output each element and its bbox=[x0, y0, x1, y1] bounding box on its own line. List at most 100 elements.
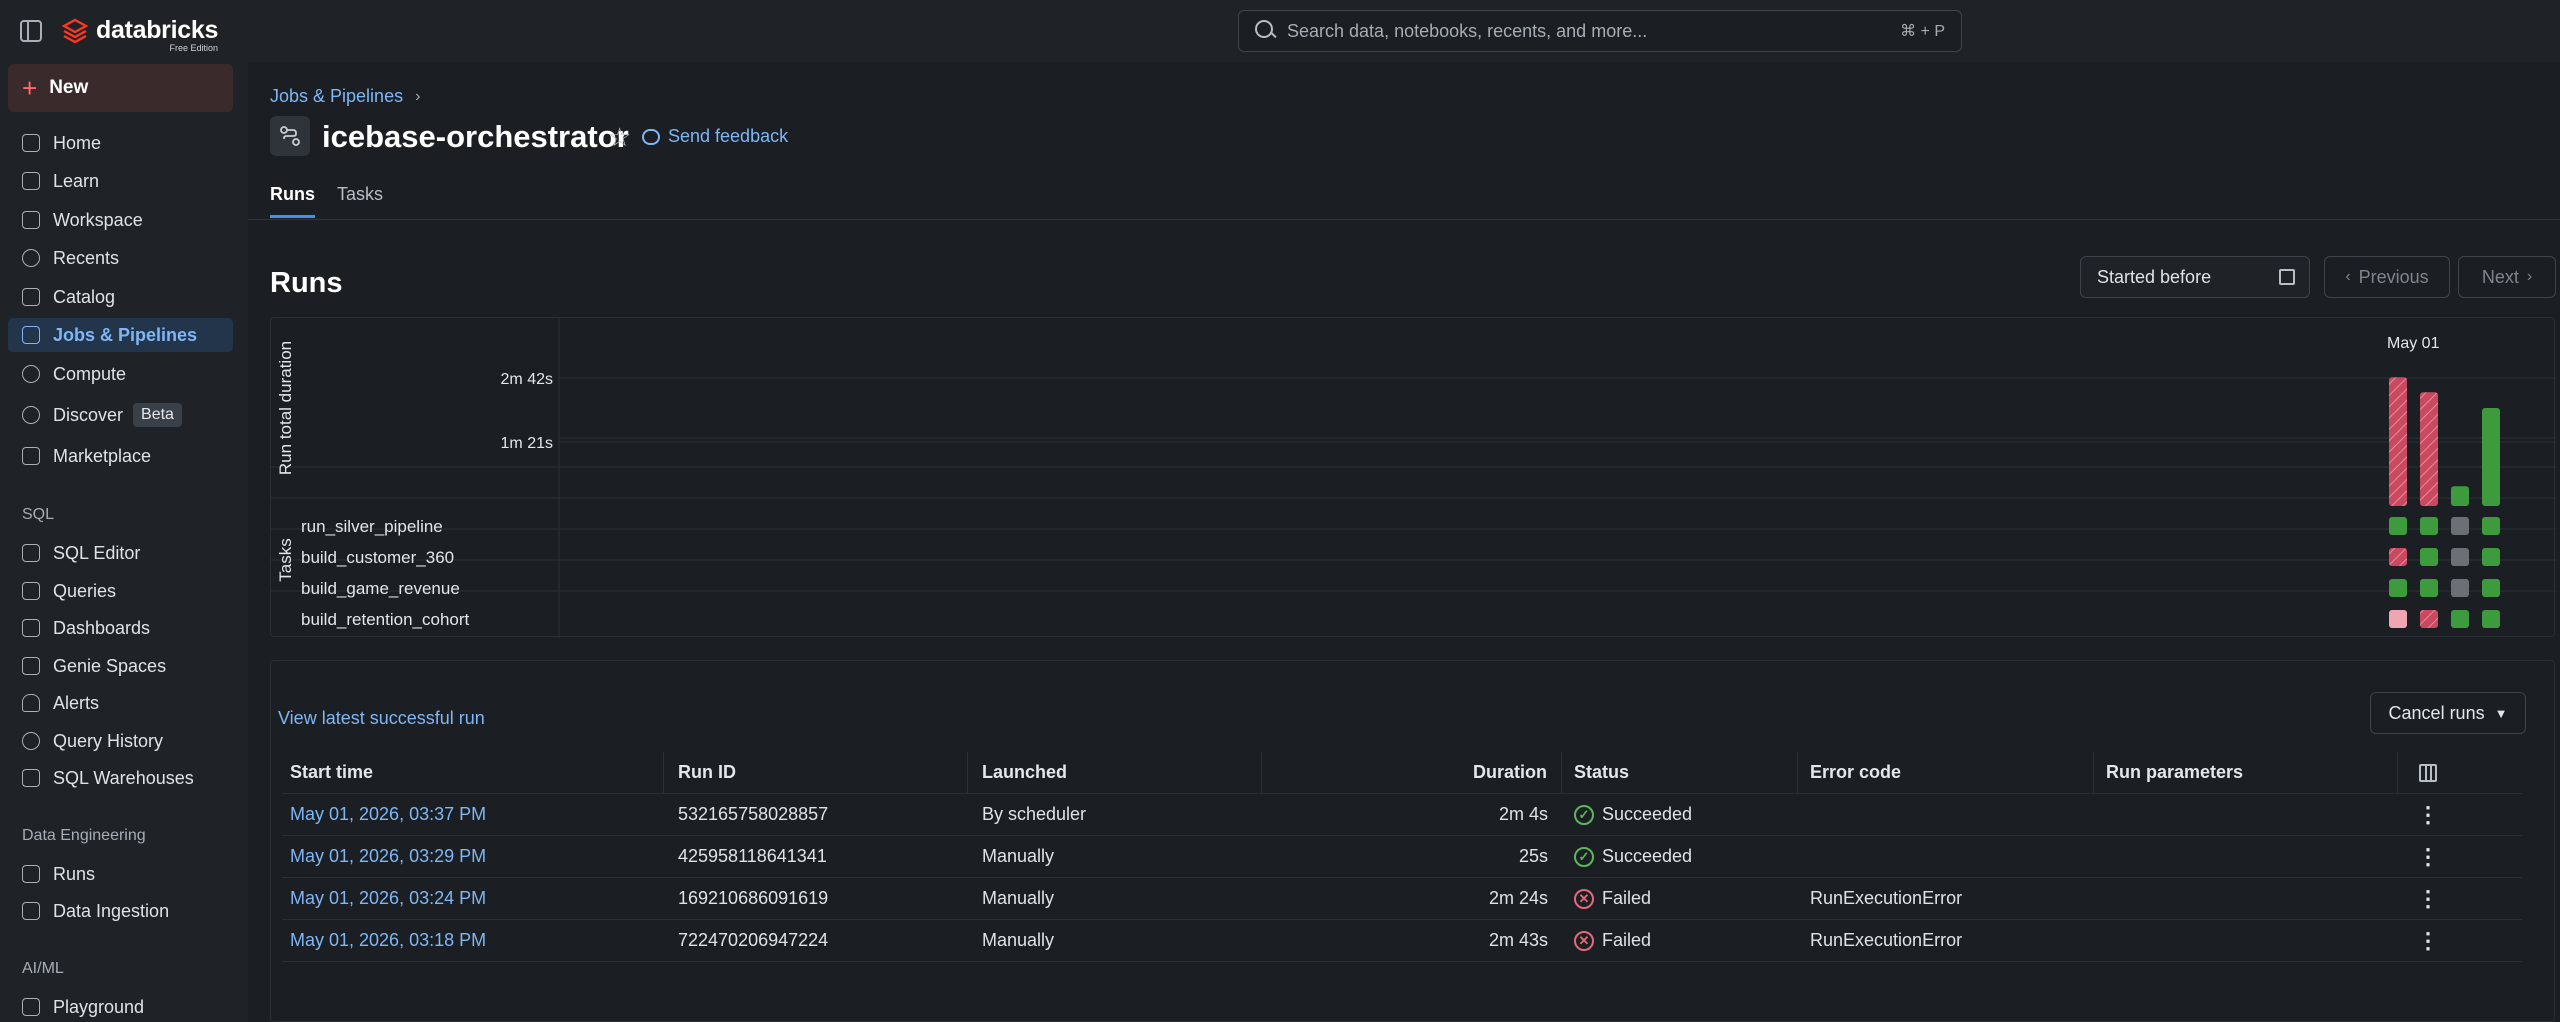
graduation-cap-icon bbox=[22, 172, 40, 190]
task-status-cell bbox=[2389, 548, 2407, 566]
task-status-cell bbox=[2451, 579, 2469, 597]
tab-runs[interactable]: Runs bbox=[270, 184, 315, 218]
sidebar-item-queries[interactable]: Queries bbox=[8, 574, 233, 608]
run-start-time-link[interactable]: May 01, 2026, 03:37 PM bbox=[282, 804, 664, 825]
databricks-logo-mark-icon bbox=[61, 18, 89, 44]
task-status-cell bbox=[2482, 579, 2500, 597]
run-start-time-link[interactable]: May 01, 2026, 03:24 PM bbox=[282, 888, 664, 909]
run-status: ✕ Failed bbox=[1562, 888, 1798, 909]
sidebar-item-sql-warehouses[interactable]: SQL Warehouses bbox=[8, 761, 233, 795]
runs-matrix-chart: Run total duration Tasks May 01 2m 42s 1m… bbox=[270, 317, 2556, 638]
star-icon[interactable]: ☆ bbox=[608, 122, 631, 153]
sidebar-item-label: Query History bbox=[53, 730, 164, 751]
sidebar-item-playground[interactable]: Playground bbox=[8, 990, 233, 1022]
sidebar-item-genie-spaces[interactable]: Genie Spaces bbox=[8, 649, 233, 683]
warehouse-icon bbox=[22, 769, 40, 787]
search-input[interactable] bbox=[1287, 20, 1901, 42]
table-row: May 01, 2026, 03:24 PM 169210686091619 M… bbox=[282, 878, 2522, 920]
run-start-time-link[interactable]: May 01, 2026, 03:29 PM bbox=[282, 846, 664, 867]
breadcrumb-link-jobs-pipelines[interactable]: Jobs & Pipelines bbox=[270, 86, 403, 107]
chat-bubble-icon bbox=[642, 128, 660, 145]
sidebar-item-data-ingestion[interactable]: Data Ingestion bbox=[8, 894, 233, 928]
sidebar-item-recents[interactable]: Recents bbox=[8, 241, 233, 275]
cloud-icon bbox=[22, 365, 40, 383]
databricks-logo[interactable]: databricks Free Edition bbox=[61, 16, 218, 53]
table-row: May 01, 2026, 03:37 PM 532165758028857 B… bbox=[282, 794, 2522, 836]
row-actions-button[interactable]: ⋮ bbox=[2398, 844, 2458, 870]
row-actions-button[interactable]: ⋮ bbox=[2398, 802, 2458, 828]
column-header-duration[interactable]: Duration bbox=[1262, 751, 1562, 794]
storefront-icon bbox=[22, 447, 40, 465]
cancel-runs-button[interactable]: Cancel runs ▼ bbox=[2370, 692, 2526, 734]
task-status-cell bbox=[2482, 610, 2500, 628]
search-shortcut: ⌘ + P bbox=[1900, 23, 1945, 40]
sidebar-item-marketplace[interactable]: Marketplace bbox=[8, 439, 233, 473]
sidebar-item-workspace[interactable]: Workspace bbox=[8, 203, 233, 237]
calendar-icon bbox=[2279, 269, 2295, 285]
row-actions-button[interactable]: ⋮ bbox=[2398, 886, 2458, 912]
genie-icon bbox=[22, 657, 40, 675]
sidebar-item-label: SQL Warehouses bbox=[53, 767, 194, 788]
run-status-label: Failed bbox=[1602, 930, 1652, 950]
sidebar-item-home[interactable]: Home bbox=[8, 126, 233, 160]
column-header-status[interactable]: Status bbox=[1562, 751, 1798, 794]
task-status-cell bbox=[2389, 579, 2407, 597]
global-search[interactable]: ⌘ + P bbox=[1238, 10, 1962, 52]
column-header-run-id[interactable]: Run ID bbox=[664, 751, 968, 794]
sidebar-item-alerts[interactable]: Alerts bbox=[8, 686, 233, 720]
next-page-button[interactable]: Next › bbox=[2458, 256, 2556, 298]
history-icon bbox=[22, 732, 40, 750]
x-circle-icon: ✕ bbox=[1574, 930, 1594, 951]
sidebar-item-dashboards[interactable]: Dashboards bbox=[8, 611, 233, 645]
column-header-error-code[interactable]: Error code bbox=[1798, 751, 2094, 794]
check-circle-icon: ✓ bbox=[1574, 804, 1594, 825]
sidebar-item-query-history[interactable]: Query History bbox=[8, 724, 233, 758]
sidebar-item-jobs-pipelines[interactable]: Jobs & Pipelines bbox=[8, 318, 233, 352]
sidebar-section-sql: SQL bbox=[22, 506, 55, 523]
previous-page-button[interactable]: ‹ Previous bbox=[2324, 256, 2450, 298]
column-settings-button[interactable] bbox=[2398, 752, 2458, 794]
breadcrumb: Jobs & Pipelines › bbox=[270, 86, 420, 107]
sidebar-item-runs[interactable]: Runs bbox=[8, 857, 233, 891]
sidebar-item-sql-editor[interactable]: SQL Editor bbox=[8, 536, 233, 570]
sidebar-toggle-icon[interactable] bbox=[20, 20, 42, 42]
task-status-cell bbox=[2420, 579, 2438, 597]
column-header-start-time[interactable]: Start time bbox=[282, 751, 664, 794]
chevron-right-icon: › bbox=[2526, 268, 2533, 285]
new-button[interactable]: + New bbox=[8, 64, 233, 112]
chevron-left-icon: ‹ bbox=[2345, 268, 2351, 285]
date-label: May 01 bbox=[2387, 335, 2440, 352]
clock-icon bbox=[22, 249, 40, 267]
table-row: May 01, 2026, 03:18 PM 722470206947224 M… bbox=[282, 920, 2522, 962]
run-duration: 2m 43s bbox=[1488, 930, 1548, 950]
run-id: 532165758028857 bbox=[678, 804, 829, 824]
top-bar: databricks Free Edition ⌘ + P bbox=[0, 0, 2560, 62]
send-feedback-link[interactable]: Send feedback bbox=[642, 126, 788, 147]
plus-icon: + bbox=[22, 72, 38, 103]
run-start-time-link[interactable]: May 01, 2026, 03:18 PM bbox=[282, 930, 664, 951]
sidebar-item-label: Alerts bbox=[53, 692, 100, 713]
sidebar-section-data-engineering: Data Engineering bbox=[22, 827, 146, 844]
sidebar-item-learn[interactable]: Learn bbox=[8, 164, 233, 198]
runs-heading: Runs bbox=[270, 267, 343, 299]
column-header-run-parameters[interactable]: Run parameters bbox=[2094, 751, 2398, 794]
row-actions-button[interactable]: ⋮ bbox=[2398, 928, 2458, 954]
run-launched: Manually bbox=[982, 846, 1055, 866]
sidebar-item-compute[interactable]: Compute bbox=[8, 357, 233, 391]
kebab-menu-icon: ⋮ bbox=[2417, 843, 2439, 869]
run-status: ✕ Failed bbox=[1562, 930, 1798, 951]
task-status-cell bbox=[2420, 610, 2438, 628]
sidebar-item-catalog[interactable]: Catalog bbox=[8, 280, 233, 314]
started-before-label: Started before bbox=[2097, 266, 2212, 287]
sidebar-item-discover[interactable]: Discover Beta bbox=[8, 398, 233, 432]
started-before-date-picker[interactable]: Started before bbox=[2080, 256, 2310, 298]
view-latest-successful-run-link[interactable]: View latest successful run bbox=[278, 708, 485, 729]
sidebar-item-label: Discover bbox=[53, 404, 124, 425]
tab-tasks[interactable]: Tasks bbox=[337, 184, 383, 218]
main-content: Jobs & Pipelines › icebase-orchestrator … bbox=[248, 62, 2560, 1022]
send-feedback-label: Send feedback bbox=[668, 126, 789, 146]
sidebar-item-label: Recents bbox=[53, 247, 120, 268]
home-icon bbox=[22, 134, 40, 152]
column-header-launched[interactable]: Launched bbox=[968, 751, 1262, 794]
ingestion-icon bbox=[22, 902, 40, 920]
